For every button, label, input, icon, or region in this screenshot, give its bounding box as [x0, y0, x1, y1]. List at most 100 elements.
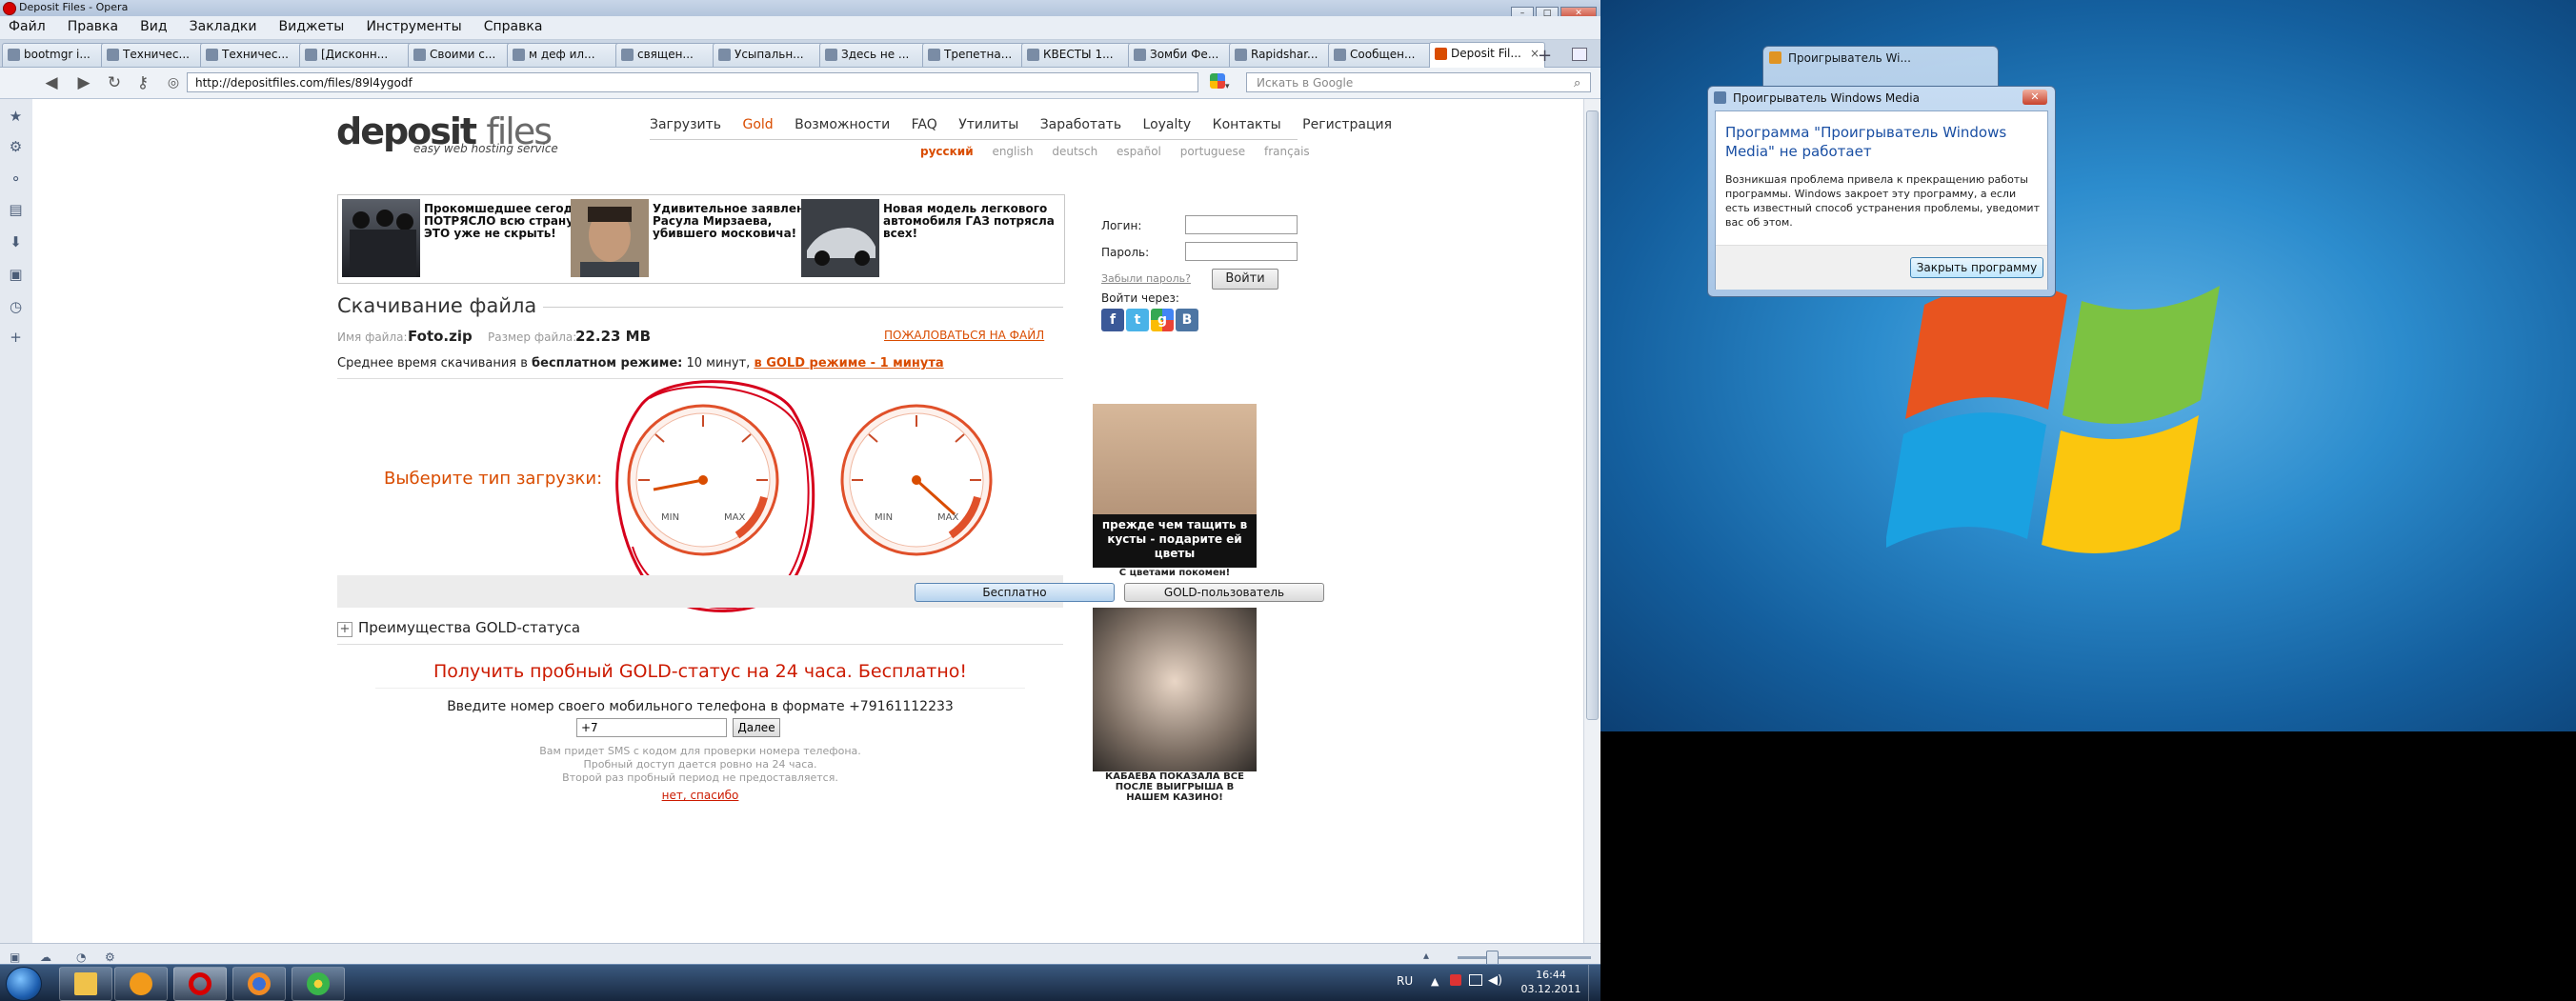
tab[interactable]: Сообщен...: [1328, 43, 1439, 67]
panel-toggle-icon[interactable]: ▣: [10, 951, 20, 964]
taskbar-icq[interactable]: [292, 967, 345, 1001]
settings-icon[interactable]: ⚙: [105, 951, 115, 964]
no-thanks-link[interactable]: нет, спасибо: [337, 789, 1063, 802]
nav-faq[interactable]: FAQ: [912, 117, 937, 132]
nav-features[interactable]: Возможности: [795, 117, 890, 132]
nav-utilities[interactable]: Утилиты: [958, 117, 1018, 132]
site-info-icon[interactable]: ◎: [164, 73, 183, 92]
menu-edit[interactable]: Правка: [59, 16, 127, 34]
tab[interactable]: Rapidshar...: [1229, 43, 1338, 67]
cloud-icon[interactable]: ☁: [40, 951, 51, 964]
tab[interactable]: Здесь не ...: [819, 43, 932, 67]
facebook-icon[interactable]: f: [1101, 309, 1124, 331]
gold-benefits-toggle[interactable]: + Преимущества GOLD-статуса: [337, 619, 580, 637]
forgot-password-link[interactable]: Забыли пароль?: [1101, 272, 1191, 285]
search-input[interactable]: Искать в Google: [1246, 72, 1591, 92]
forward-icon[interactable]: ▶: [74, 73, 93, 92]
tab[interactable]: КВЕСТЫ 1...: [1021, 43, 1137, 67]
login-input[interactable]: [1185, 215, 1298, 234]
taskbar-firefox[interactable]: [232, 967, 286, 1001]
nav-loyalty[interactable]: Loyalty: [1143, 117, 1192, 132]
gold-speed-gauge[interactable]: MIN MAX: [838, 402, 995, 558]
start-button[interactable]: [6, 967, 42, 1001]
tab[interactable]: священ...: [615, 43, 722, 67]
tab[interactable]: [Дисконн...: [299, 43, 417, 67]
tab[interactable]: Зомби Фе...: [1128, 43, 1238, 67]
speed-dial-icon[interactable]: ◔: [76, 951, 86, 964]
vertical-scrollbar[interactable]: [1583, 99, 1600, 943]
menu-file[interactable]: Файл: [0, 16, 54, 34]
complain-link[interactable]: ПОЖАЛОВАТЬСЯ НА ФАЙЛ: [884, 329, 1044, 342]
taskbar-opera[interactable]: [173, 967, 227, 1001]
reload-icon[interactable]: ↻: [105, 73, 124, 92]
lang-en[interactable]: english: [992, 145, 1033, 158]
tab[interactable]: Техничес...: [200, 43, 305, 67]
password-input[interactable]: [1185, 242, 1298, 261]
lang-ru[interactable]: русский: [920, 145, 974, 158]
free-download-button[interactable]: Бесплатно: [915, 583, 1115, 602]
next-button[interactable]: Далее: [733, 718, 780, 737]
trash-icon[interactable]: [1572, 48, 1587, 61]
search-engine-selector[interactable]: ▾: [1210, 73, 1240, 91]
ad-text[interactable]: Новая модель легкового автомобиля ГАЗ по…: [883, 203, 1064, 240]
tab[interactable]: Трепетна...: [922, 43, 1031, 67]
tab-active[interactable]: Deposit Fil... ×: [1429, 42, 1545, 68]
nav-earn[interactable]: Заработать: [1040, 117, 1121, 132]
phone-input[interactable]: +7: [576, 718, 727, 737]
unite-icon[interactable]: ⚬: [8, 171, 24, 188]
twitter-icon[interactable]: t: [1126, 309, 1149, 331]
show-hidden-icons[interactable]: ▲: [1431, 975, 1439, 988]
gold-mode-link[interactable]: в GOLD режиме - 1 минута: [754, 356, 943, 370]
widgets-icon[interactable]: ⚙: [8, 139, 24, 155]
nav-upload[interactable]: Загрузить: [650, 117, 721, 132]
lang-fr[interactable]: français: [1264, 145, 1310, 158]
network-icon[interactable]: [1469, 974, 1482, 986]
tab[interactable]: м деф ил...: [507, 43, 625, 67]
tab[interactable]: Техничес...: [101, 43, 206, 67]
history-icon[interactable]: ◷: [8, 299, 24, 315]
google-login-icon[interactable]: g: [1151, 309, 1174, 331]
url-field[interactable]: http://depositfiles.com/files/89l4ygodf: [187, 72, 1198, 92]
new-tab-icon[interactable]: +: [1538, 46, 1552, 66]
menu-widgets[interactable]: Виджеты: [271, 16, 353, 34]
lang-de[interactable]: deutsch: [1052, 145, 1097, 158]
nav-register[interactable]: Регистрация: [1302, 117, 1392, 132]
close-program-button[interactable]: Закрыть программу: [1910, 257, 2043, 278]
taskbar-explorer[interactable]: [59, 967, 112, 1001]
taskbar-media-player[interactable]: [114, 967, 168, 1001]
menu-help[interactable]: Справка: [475, 16, 552, 34]
links-icon[interactable]: ▣: [8, 267, 24, 283]
tab[interactable]: Усыпальн...: [713, 43, 829, 67]
nav-gold[interactable]: Gold: [742, 117, 773, 132]
back-icon[interactable]: ◀: [42, 73, 61, 92]
nav-contacts[interactable]: Контакты: [1213, 117, 1281, 132]
ad-image[interactable]: [342, 199, 420, 277]
language-indicator[interactable]: RU: [1397, 974, 1413, 988]
transfers-icon[interactable]: ⬇: [8, 234, 24, 250]
ad-image[interactable]: [801, 199, 879, 277]
gold-user-button[interactable]: GOLD-пользователь: [1124, 583, 1324, 602]
lang-pt[interactable]: portuguese: [1180, 145, 1245, 158]
tab[interactable]: Своими с...: [408, 43, 516, 67]
close-icon[interactable]: ✕: [2023, 90, 2047, 105]
search-icon[interactable]: ⌕: [1574, 76, 1580, 90]
bookmarks-icon[interactable]: ★: [8, 109, 24, 125]
tab[interactable]: bootmgr i...: [2, 43, 107, 67]
lang-es[interactable]: español: [1117, 145, 1161, 158]
show-desktop-button[interactable]: [1588, 965, 1600, 1001]
menu-view[interactable]: Вид: [131, 16, 175, 34]
login-button[interactable]: Войти: [1212, 269, 1278, 290]
key-icon[interactable]: ⚷: [133, 73, 152, 92]
view-icon[interactable]: ▴: [1423, 949, 1429, 962]
ad-image[interactable]: [571, 199, 649, 277]
side-ad[interactable]: прежде чем тащить в кусты - подарите ей …: [1093, 404, 1257, 578]
volume-icon[interactable]: ◀): [1488, 973, 1502, 988]
vkontakte-icon[interactable]: B: [1176, 309, 1198, 331]
menu-bookmarks[interactable]: Закладки: [181, 16, 266, 34]
add-panel-icon[interactable]: +: [8, 330, 24, 346]
notes-icon[interactable]: ▤: [8, 202, 24, 218]
scrollbar-thumb[interactable]: [1586, 110, 1599, 720]
menu-tools[interactable]: Инструменты: [357, 16, 470, 34]
zoom-slider[interactable]: [1458, 956, 1591, 959]
side-ad[interactable]: КАБАЕВА ПОКАЗАЛА ВСЕ ПОСЛЕ ВЫИГРЫША В НА…: [1093, 608, 1257, 803]
